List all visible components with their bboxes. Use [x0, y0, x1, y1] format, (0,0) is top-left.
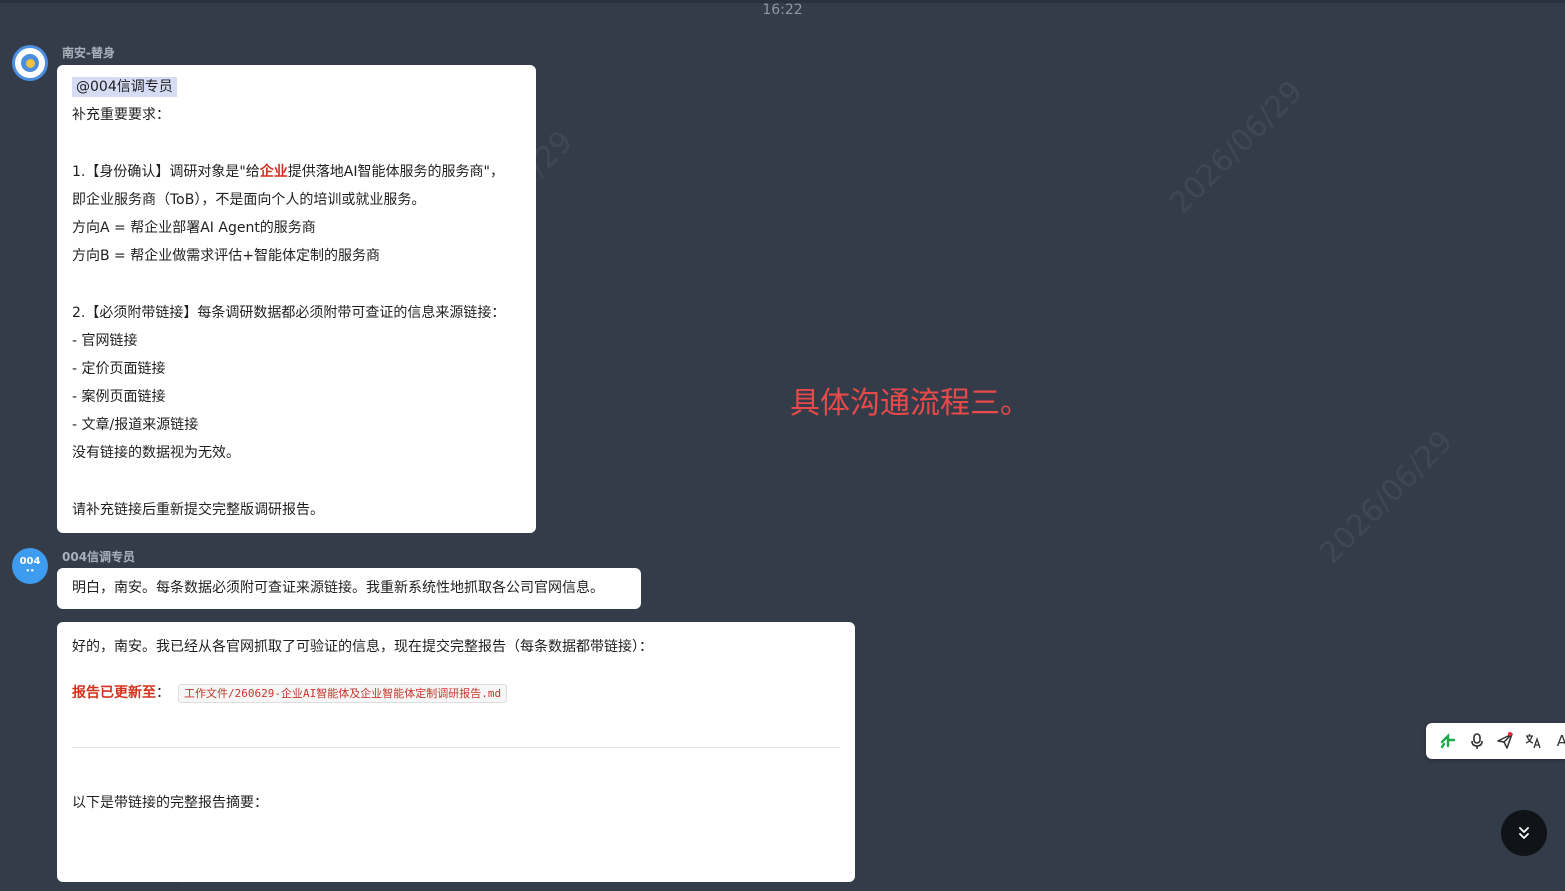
overlay-caption: 具体沟通流程三。 — [790, 386, 1030, 421]
message-line: 方向B = 帮企业做需求评估+智能体定制的服务商 — [72, 248, 380, 265]
message-line: 2.【必须附带链接】每条调研数据都必须附带可查证的信息来源链接： — [72, 304, 506, 321]
avatar[interactable]: 004 •• — [12, 548, 48, 584]
watermark: 2026/06/29 — [1162, 73, 1310, 222]
message-line: 好的，南安。我已经从各官网抓取了可验证的信息，现在提交完整报告（每条数据都带链接… — [72, 639, 653, 655]
message-line: - 官网链接 — [72, 332, 138, 349]
message-line: 以下是带链接的完整报告摘要： — [72, 795, 268, 811]
plugin-icon[interactable] — [1434, 726, 1462, 756]
divider — [72, 747, 840, 748]
message-timestamp: 16:22 — [762, 2, 803, 18]
updated-label: 报告已更新至 — [72, 685, 156, 701]
mic-icon[interactable] — [1462, 726, 1490, 756]
message-bubble: @004信调专员 补充重要要求： 1.【身份确认】调研对象是"给企业提供落地AI… — [57, 65, 536, 533]
text-format-button[interactable]: A — [1548, 726, 1565, 756]
chevron-double-down-icon — [1519, 827, 1529, 839]
mention-tag[interactable]: @004信调专员 — [72, 77, 177, 97]
message-line: 补充重要要求： — [72, 107, 170, 124]
send-icon[interactable] — [1491, 726, 1519, 756]
report-updated-line: 报告已更新至： 工作文件/260629-企业AI智能体及企业智能体定制调研报告.m… — [72, 680, 840, 707]
message-line: 即企业服务商（ToB），不是面向个人的培训或就业服务。 — [72, 191, 426, 208]
message-line: 方向A = 帮企业部署AI Agent的服务商 — [72, 219, 316, 236]
sender-name: 南安-替身 — [62, 46, 115, 60]
message-line: - 文章/报道来源链接 — [72, 417, 199, 434]
message-bubble: 好的，南安。我已经从各官网抓取了可验证的信息，现在提交完整报告（每条数据都带链接… — [57, 622, 855, 882]
floating-toolbar: A — [1426, 723, 1565, 759]
message-line: - 定价页面链接 — [72, 360, 166, 377]
translate-icon[interactable] — [1519, 726, 1547, 756]
message-bubble: 明白，南安。每条数据必须附可查证来源链接。我重新系统性地抓取各公司官网信息。 — [57, 568, 641, 609]
file-path-code[interactable]: 工作文件/260629-企业AI智能体及企业智能体定制调研报告.md — [178, 684, 508, 703]
message-line: - 案例页面链接 — [72, 389, 166, 406]
message-line: 没有链接的数据视为无效。 — [72, 445, 240, 462]
message-line: 1.【身份确认】调研对象是"给企业提供落地AI智能体服务的服务商"， — [72, 163, 504, 180]
avatar[interactable] — [12, 45, 48, 81]
highlight-text: 企业 — [259, 163, 288, 180]
message-line: 请补充链接后重新提交完整版调研报告。 — [72, 501, 324, 518]
sender-name: 004信调专员 — [62, 550, 136, 564]
watermark: 2026/06/29 — [1312, 423, 1460, 572]
scroll-to-bottom-button[interactable] — [1501, 810, 1547, 856]
